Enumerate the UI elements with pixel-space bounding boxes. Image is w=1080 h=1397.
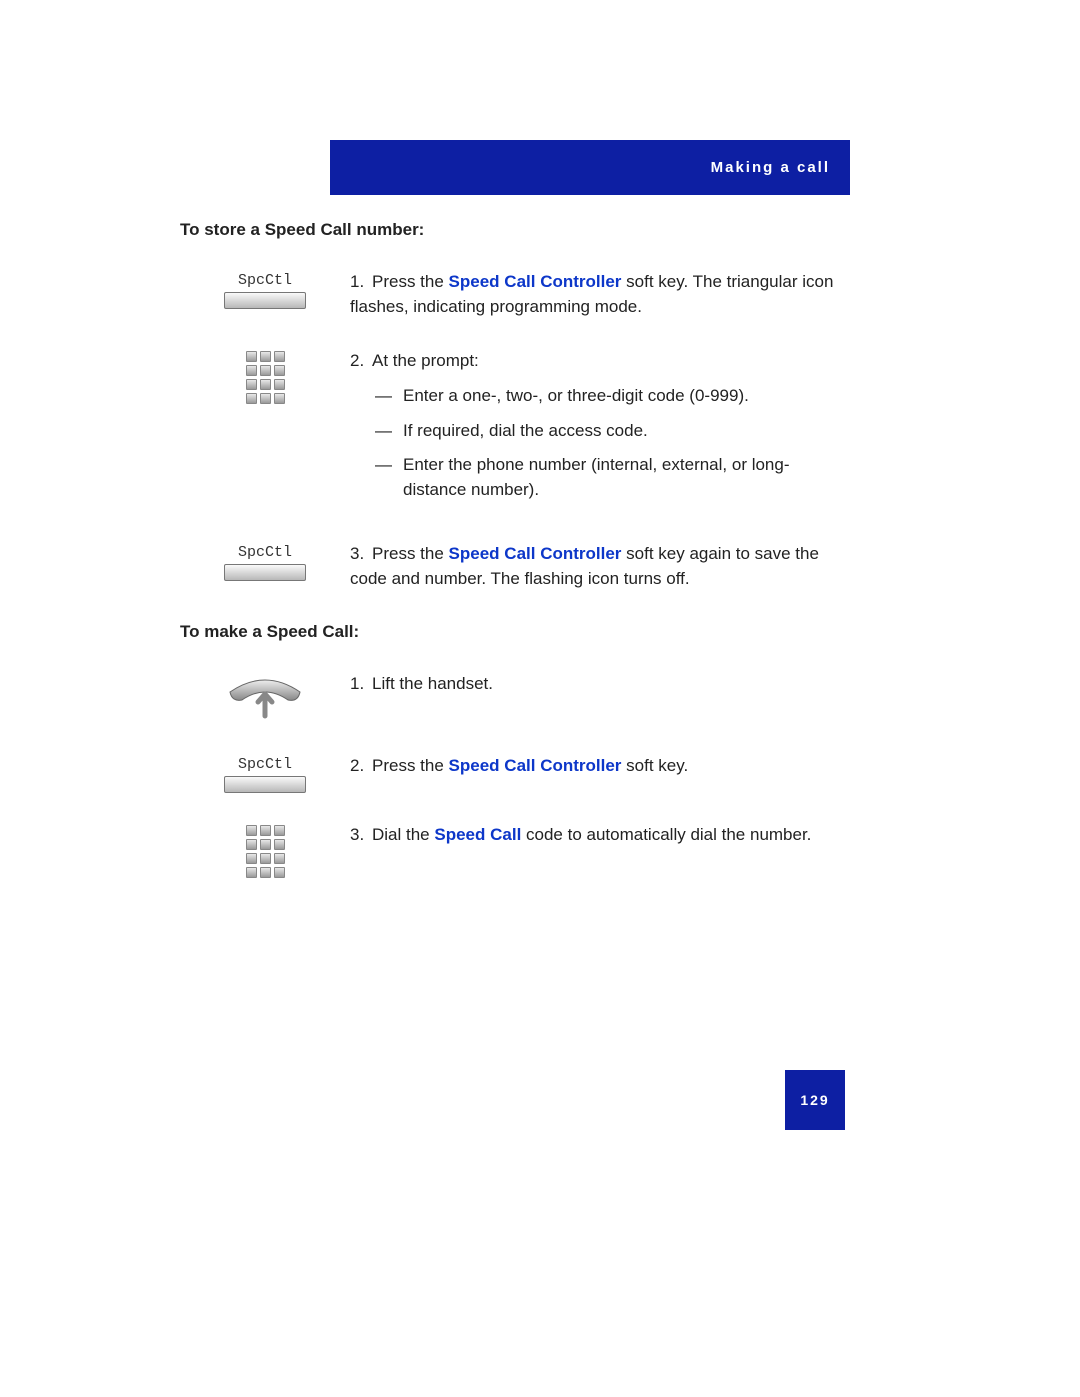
keypad-icon bbox=[246, 351, 285, 404]
section1-step1-row: SpcCtl 1.Press the Speed Call Controller… bbox=[180, 270, 850, 319]
step3-em: Speed Call Controller bbox=[449, 544, 622, 563]
s2-step1: Lift the handset. bbox=[372, 674, 493, 693]
s2-step3-em: Speed Call bbox=[434, 825, 521, 844]
softkey-icon-col: SpcCtl bbox=[180, 270, 350, 319]
step2-sublist: —Enter a one-, two-, or three-digit code… bbox=[350, 384, 850, 503]
handset-lift-icon bbox=[220, 674, 310, 724]
step3-pre: Press the bbox=[372, 544, 449, 563]
keypad-icon-col bbox=[180, 823, 350, 878]
softkey-label: SpcCtl bbox=[238, 756, 292, 773]
keypad-icon bbox=[246, 825, 285, 878]
softkey-button-icon bbox=[224, 564, 306, 581]
section1-step3-row: SpcCtl 3.Press the Speed Call Controller… bbox=[180, 542, 850, 591]
page: Making a call To store a Speed Call numb… bbox=[0, 0, 1080, 1397]
section2-step1-row: 1.Lift the handset. bbox=[180, 672, 850, 724]
step-number: 2. bbox=[350, 349, 372, 374]
step2-text: 2.At the prompt: —Enter a one-, two-, or… bbox=[350, 349, 850, 512]
page-number: 129 bbox=[785, 1070, 845, 1130]
softkey-icon-col: SpcCtl bbox=[180, 754, 350, 793]
s2-step2-post: soft key. bbox=[621, 756, 688, 775]
header-title: Making a call bbox=[711, 159, 830, 176]
s2-step2-text: 2.Press the Speed Call Controller soft k… bbox=[350, 754, 850, 793]
softkey-icon: SpcCtl bbox=[220, 272, 310, 309]
step-number: 1. bbox=[350, 672, 372, 697]
softkey-icon-col: SpcCtl bbox=[180, 542, 350, 591]
step1-text: 1.Press the Speed Call Controller soft k… bbox=[350, 270, 850, 319]
step2-c: Enter the phone number (internal, extern… bbox=[403, 453, 850, 502]
s2-step3-pre: Dial the bbox=[372, 825, 434, 844]
step3-text: 3.Press the Speed Call Controller soft k… bbox=[350, 542, 850, 591]
step2-b: If required, dial the access code. bbox=[403, 419, 648, 444]
step2-a: Enter a one-, two-, or three-digit code … bbox=[403, 384, 749, 409]
step-number: 2. bbox=[350, 754, 372, 779]
step1-em: Speed Call Controller bbox=[449, 272, 622, 291]
dash-icon: — bbox=[375, 453, 403, 502]
s2-step2-pre: Press the bbox=[372, 756, 449, 775]
step-number: 3. bbox=[350, 823, 372, 848]
softkey-icon: SpcCtl bbox=[220, 756, 310, 793]
step1-pre: Press the bbox=[372, 272, 449, 291]
step2-subitem-a: —Enter a one-, two-, or three-digit code… bbox=[350, 384, 850, 409]
section1-title: To store a Speed Call number: bbox=[180, 220, 850, 240]
s2-step3-post: code to automatically dial the number. bbox=[521, 825, 811, 844]
step2-intro: At the prompt: bbox=[372, 351, 479, 370]
s2-step2-em: Speed Call Controller bbox=[449, 756, 622, 775]
softkey-icon: SpcCtl bbox=[220, 544, 310, 581]
s2-step3-text: 3.Dial the Speed Call code to automatica… bbox=[350, 823, 850, 878]
page-number-value: 129 bbox=[800, 1092, 829, 1108]
step-number: 3. bbox=[350, 542, 372, 567]
softkey-label: SpcCtl bbox=[238, 272, 292, 289]
step2-subitem-c: —Enter the phone number (internal, exter… bbox=[350, 453, 850, 502]
content: To store a Speed Call number: SpcCtl 1.P… bbox=[180, 220, 850, 908]
dash-icon: — bbox=[375, 419, 403, 444]
header-banner: Making a call bbox=[330, 140, 850, 195]
step2-subitem-b: —If required, dial the access code. bbox=[350, 419, 850, 444]
s2-step1-text: 1.Lift the handset. bbox=[350, 672, 850, 724]
section1-step2-row: 2.At the prompt: —Enter a one-, two-, or… bbox=[180, 349, 850, 512]
section2-step3-row: 3.Dial the Speed Call code to automatica… bbox=[180, 823, 850, 878]
softkey-label: SpcCtl bbox=[238, 544, 292, 561]
step-number: 1. bbox=[350, 270, 372, 295]
section2-step2-row: SpcCtl 2.Press the Speed Call Controller… bbox=[180, 754, 850, 793]
softkey-button-icon bbox=[224, 292, 306, 309]
softkey-button-icon bbox=[224, 776, 306, 793]
dash-icon: — bbox=[375, 384, 403, 409]
keypad-icon-col bbox=[180, 349, 350, 512]
handset-icon-col bbox=[180, 672, 350, 724]
section2-title: To make a Speed Call: bbox=[180, 622, 850, 642]
